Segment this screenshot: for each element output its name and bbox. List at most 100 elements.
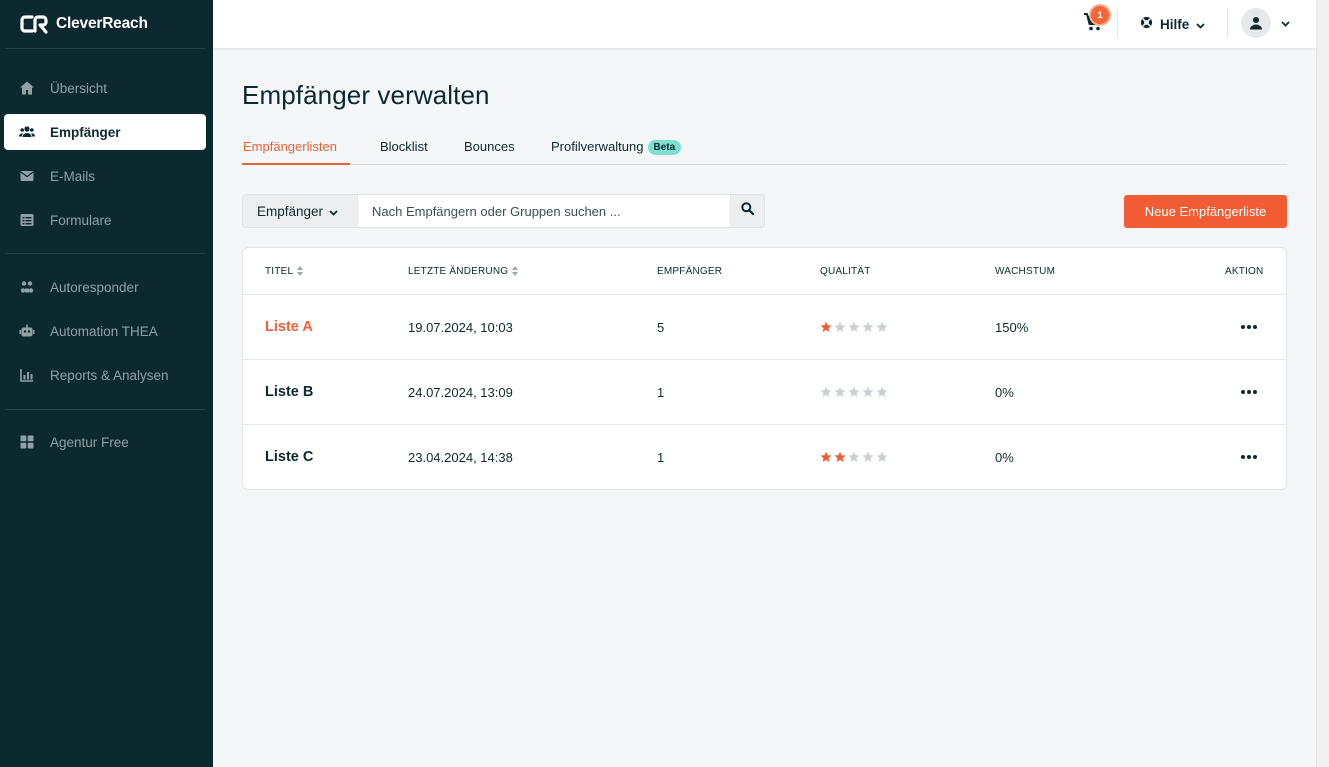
star-empty-icon: [862, 321, 874, 332]
recipient-filter-select[interactable]: Empfänger: [242, 194, 358, 228]
row-actions[interactable]: [1241, 295, 1257, 359]
sidebar-item-label: Empfänger: [50, 124, 121, 140]
chevron-down-icon: [1196, 17, 1205, 32]
topbar-divider: [1227, 8, 1228, 38]
column-header-modified[interactable]: LETZTE ÄNDERUNG: [408, 266, 519, 277]
sidebar-item-agentur-free[interactable]: Agentur Free: [4, 424, 206, 460]
tab-empfaengerlisten[interactable]: Empfängerlisten: [243, 139, 337, 154]
sidebar-item-empfaenger[interactable]: Empfänger: [4, 114, 206, 150]
tab-bar: Empfängerlisten Blocklist Bounces Profil…: [242, 136, 1287, 165]
active-tab-indicator: [242, 163, 350, 165]
cart-count-badge: 1: [1091, 6, 1109, 24]
form-icon: [19, 212, 35, 228]
row-actions[interactable]: [1241, 425, 1257, 489]
star-empty-icon: [876, 321, 888, 332]
new-recipient-list-button[interactable]: Neue Empfängerliste: [1124, 195, 1287, 228]
robot-icon: [19, 323, 35, 339]
growth-value: 0%: [995, 384, 1014, 400]
last-modified: 23.04.2024, 14:38: [408, 449, 513, 465]
avatar: [1241, 8, 1271, 38]
cleverreach-logo-icon: [20, 14, 50, 34]
sidebar-item-autoresponder[interactable]: Autoresponder: [4, 269, 206, 305]
user-icon: [1250, 17, 1262, 30]
more-actions-icon[interactable]: [1241, 325, 1257, 329]
search-toolbar: Empfänger: [242, 194, 765, 228]
star-empty-icon: [876, 451, 888, 462]
star-filled-icon: [834, 451, 846, 462]
table-row: Liste C 23.04.2024, 14:38 1 0%: [243, 424, 1286, 489]
star-empty-icon: [876, 386, 888, 397]
sidebar-item-automation-thea[interactable]: Automation THEA: [4, 313, 206, 349]
users-icon: [19, 124, 35, 140]
user-menu[interactable]: [1241, 8, 1290, 38]
sidebar-item-uebersicht[interactable]: Übersicht: [4, 70, 206, 106]
list-title-link[interactable]: Liste B: [265, 360, 313, 424]
brand-name: CleverReach: [56, 15, 148, 32]
chevron-down-icon: [329, 204, 338, 219]
search-button[interactable]: [730, 194, 765, 228]
envelope-icon: [19, 168, 35, 184]
sidebar-item-reports[interactable]: Reports & Analysen: [4, 357, 206, 393]
tab-blocklist[interactable]: Blocklist: [380, 139, 428, 154]
recipient-count: 5: [657, 319, 665, 335]
star-filled-icon: [820, 451, 832, 462]
sidebar-item-label: Automation THEA: [50, 323, 158, 339]
sidebar-item-formulare[interactable]: Formulare: [4, 202, 206, 238]
sidebar-item-label: Übersicht: [50, 80, 108, 96]
more-actions-icon[interactable]: [1241, 390, 1257, 394]
column-header-quality: QUALITÄT: [820, 266, 871, 277]
sidebar-item-label: Reports & Analysen: [50, 367, 169, 383]
recipient-lists-table: TITEL LETZTE ÄNDERUNG EMPFÄNGER QUALITÄT…: [242, 247, 1287, 490]
growth-value: 150%: [995, 319, 1029, 335]
column-header-action: AKTION: [1225, 266, 1264, 277]
sidebar-divider: [5, 409, 205, 410]
sidebar-item-emails[interactable]: E-Mails: [4, 158, 206, 194]
quality-rating: [820, 360, 888, 424]
chevron-down-icon: [1281, 14, 1290, 32]
recipient-count: 1: [657, 449, 665, 465]
help-label: Hilfe: [1160, 16, 1190, 32]
star-empty-icon: [834, 321, 846, 332]
star-filled-icon: [820, 321, 832, 332]
star-empty-icon: [848, 386, 860, 397]
column-label: LETZTE ÄNDERUNG: [408, 266, 509, 277]
column-header-growth: WACHSTUM: [995, 266, 1056, 277]
sidebar: CleverReach Übersicht Empfänger E-Mails: [0, 0, 213, 767]
search-input[interactable]: [358, 194, 730, 228]
sidebar-divider: [5, 48, 205, 49]
list-title-link[interactable]: Liste C: [265, 425, 313, 489]
autoresponder-icon: [19, 279, 35, 295]
sort-icon[interactable]: [297, 266, 304, 277]
topbar-divider: [1117, 8, 1118, 38]
topbar: 1 Hilfe: [213, 0, 1316, 48]
quality-rating: [820, 425, 888, 489]
quality-rating: [820, 295, 888, 359]
beta-badge: Beta: [647, 140, 682, 155]
help-menu[interactable]: Hilfe: [1140, 14, 1205, 34]
last-modified: 24.07.2024, 13:09: [408, 384, 513, 400]
scrollbar[interactable]: [1316, 0, 1329, 767]
list-title-link[interactable]: Liste A: [265, 295, 313, 359]
more-actions-icon[interactable]: [1241, 455, 1257, 459]
tab-profilverwaltung[interactable]: Profilverwaltung Beta: [551, 139, 682, 155]
tab-bounces[interactable]: Bounces: [464, 139, 515, 154]
lifebuoy-icon: [1140, 16, 1153, 32]
page-title: Empfänger verwalten: [242, 80, 490, 110]
filter-value: Empfänger: [257, 203, 324, 219]
sidebar-divider: [5, 253, 205, 254]
star-empty-icon: [820, 386, 832, 397]
brand-logo[interactable]: CleverReach: [20, 12, 148, 36]
home-icon: [19, 80, 35, 96]
column-header-recipients: EMPFÄNGER: [657, 266, 723, 277]
row-actions[interactable]: [1241, 360, 1257, 424]
column-header-title[interactable]: TITEL: [265, 266, 304, 277]
last-modified: 19.07.2024, 10:03: [408, 319, 513, 335]
sidebar-item-label: Agentur Free: [50, 434, 129, 450]
column-label: TITEL: [265, 266, 294, 277]
star-empty-icon: [862, 386, 874, 397]
sort-icon[interactable]: [512, 266, 519, 277]
chart-icon: [19, 367, 35, 383]
search-icon: [741, 202, 755, 220]
sidebar-item-label: Autoresponder: [50, 279, 139, 295]
sidebar-item-label: Formulare: [50, 212, 112, 228]
